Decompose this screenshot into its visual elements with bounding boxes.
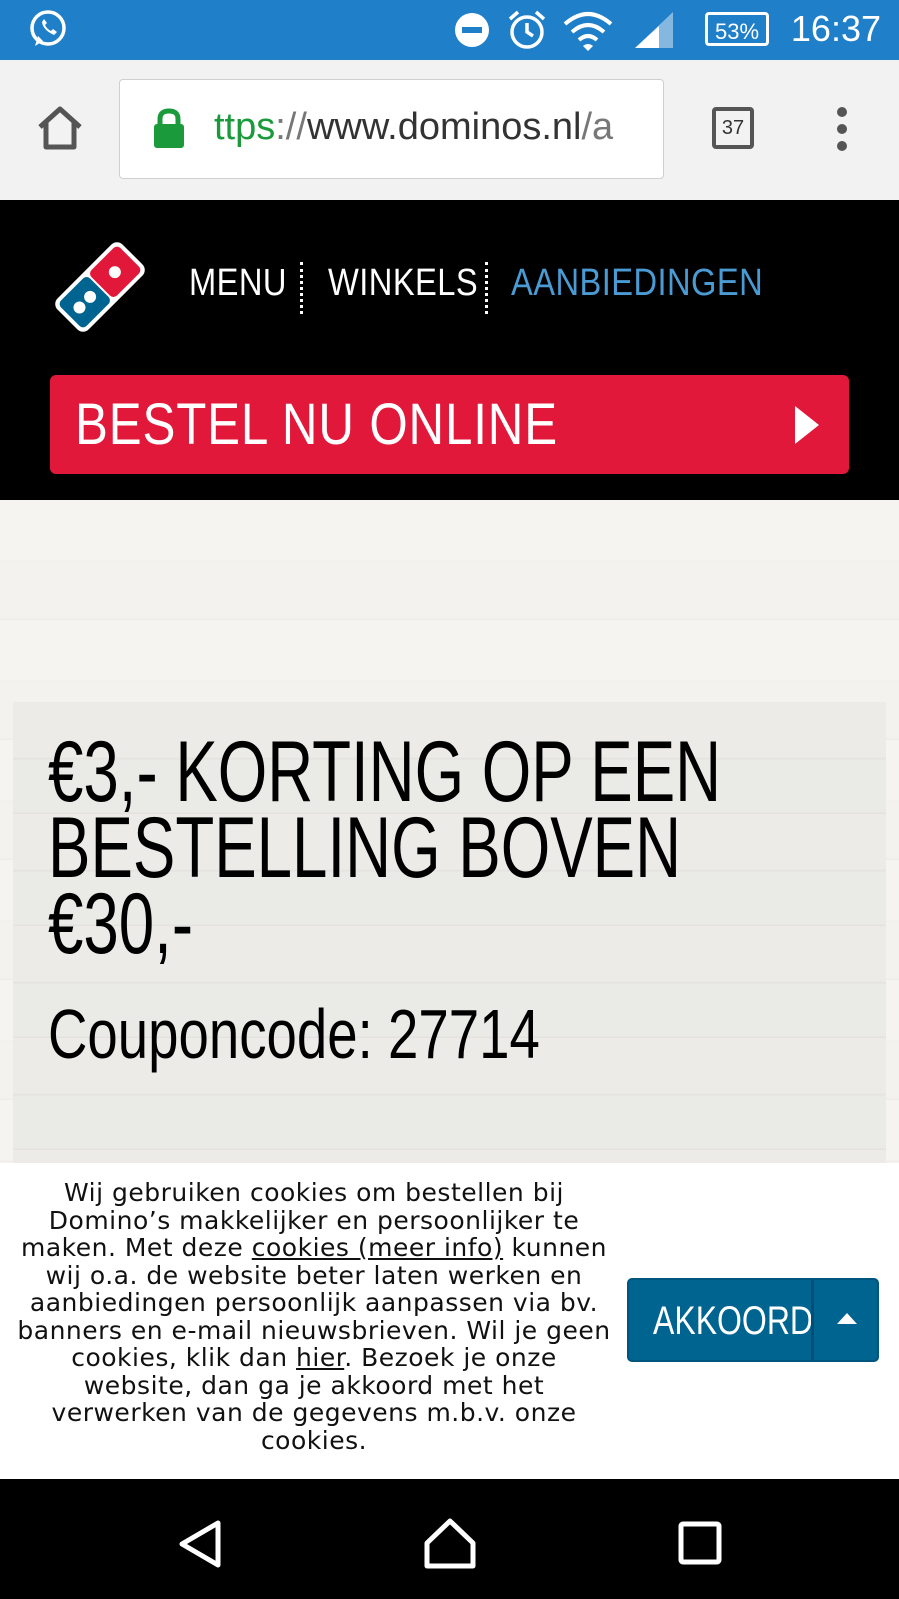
site-header: MENU WINKELS AANBIEDINGEN BESTEL NU ONLI…: [0, 200, 899, 500]
battery-icon: 53%: [705, 12, 769, 46]
signal-icon: [635, 12, 673, 48]
dominos-logo[interactable]: [48, 235, 152, 339]
home-circle-icon[interactable]: [422, 1515, 478, 1571]
lock-icon: [154, 108, 184, 148]
nav-winkels[interactable]: WINKELS: [328, 262, 478, 305]
recents-icon[interactable]: [678, 1521, 722, 1565]
cookie-banner: Wij gebruiken cookies om bestellen bij D…: [0, 1163, 899, 1479]
alarm-icon: [508, 10, 546, 49]
nav-aanbiedingen[interactable]: AANBIEDINGEN: [511, 262, 763, 305]
home-icon[interactable]: [36, 105, 84, 151]
coupon-code: Couponcode: 27714: [48, 995, 540, 1073]
nav-separator: [485, 262, 488, 314]
nav-menu[interactable]: MENU: [189, 262, 287, 305]
system-nav-bar: [0, 1479, 899, 1599]
arrow-right-icon: [795, 406, 819, 444]
nav-separator: [300, 262, 303, 314]
promo-card: €3,- KORTING OP EEN BESTELLING BOVEN €30…: [13, 702, 886, 1163]
wifi-icon: [563, 12, 613, 51]
whatsapp-icon: [30, 10, 66, 46]
clock: 16:37: [790, 8, 881, 49]
cookie-info-link[interactable]: cookies (meer info): [252, 1233, 503, 1262]
url-bar[interactable]: ttps://www.dominos.nl/a: [119, 79, 664, 179]
url-text: ttps://www.dominos.nl/a: [214, 106, 614, 148]
order-online-label: BESTEL NU ONLINE: [75, 392, 558, 457]
status-bar: 53% 16:37: [0, 0, 899, 60]
accept-cookies-button[interactable]: AKKOORD: [627, 1278, 879, 1362]
do-not-disturb-icon: [455, 13, 489, 47]
browser-toolbar: ttps://www.dominos.nl/a 37: [0, 60, 899, 200]
button-divider: [811, 1280, 814, 1360]
overflow-menu-icon[interactable]: [832, 105, 852, 153]
back-icon[interactable]: [176, 1519, 224, 1569]
accept-label: AKKOORD: [653, 1299, 814, 1343]
order-online-button[interactable]: BESTEL NU ONLINE: [50, 375, 849, 474]
promo-title: €3,- KORTING OP EEN BESTELLING BOVEN €30…: [48, 724, 722, 972]
cookie-text: Wij gebruiken cookies om bestellen bij D…: [17, 1178, 611, 1455]
tab-switcher-button[interactable]: 37: [712, 107, 754, 149]
cookie-optout-link[interactable]: hier: [296, 1343, 344, 1372]
chevron-up-icon[interactable]: [837, 1313, 857, 1324]
